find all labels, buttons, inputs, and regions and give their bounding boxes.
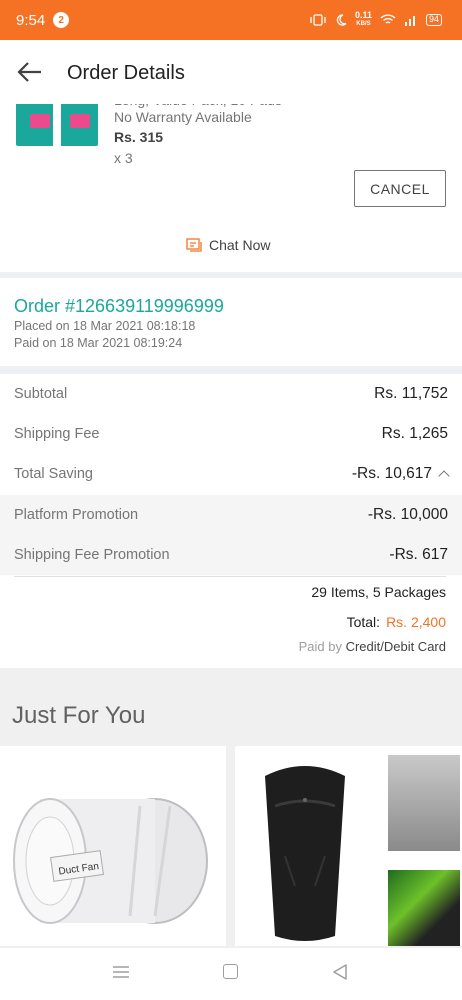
divider	[14, 576, 446, 577]
shipping-fee-value: Rs. 1,265	[381, 425, 448, 442]
paid-by-label: Paid by	[298, 639, 346, 654]
app-header: Order Details	[0, 40, 462, 104]
order-item: Long, Value Pack, 10 Pads No Warranty Av…	[0, 92, 462, 272]
order-paid-date: Paid on 18 Mar 2021 08:19:24	[14, 336, 183, 350]
status-time: 9:54	[16, 11, 46, 29]
battery-icon: 94	[425, 14, 442, 26]
product-thumbnail[interactable]	[388, 870, 460, 946]
divider	[0, 366, 462, 374]
cancel-button[interactable]: CANCEL	[354, 170, 446, 207]
just-for-you-title: Just For You	[12, 702, 146, 729]
notification-badge: 2	[53, 12, 70, 28]
total-label: Total:	[346, 614, 381, 630]
chat-now-link[interactable]: Chat Now	[186, 237, 270, 253]
home-icon[interactable]	[223, 964, 238, 979]
status-icons: 0.11 KB/S 94	[309, 11, 442, 29]
chat-now-label: Chat Now	[209, 237, 271, 253]
subtotal-label: Subtotal	[14, 386, 68, 402]
subtotal-row: Subtotal Rs. 11,752	[0, 374, 462, 414]
subtotal-value: Rs. 11,752	[374, 385, 448, 402]
shipping-fee-promotion-label: Shipping Fee Promotion	[14, 547, 170, 563]
signal-icon	[404, 16, 415, 26]
platform-promotion-row: Platform Promotion -Rs. 10,000	[0, 495, 462, 535]
total-saving-value: -Rs. 10,617	[351, 465, 432, 482]
order-summary: Subtotal Rs. 11,752 Shipping Fee Rs. 1,2…	[0, 374, 462, 668]
shipping-fee-promotion-row: Shipping Fee Promotion -Rs. 617	[0, 535, 462, 575]
back-arrow-icon[interactable]	[16, 58, 44, 86]
payment-method: Paid by Credit/Debit Card	[299, 639, 446, 654]
shipping-fee-promotion-value: -Rs. 617	[389, 546, 448, 563]
product-thumbnail[interactable]	[16, 100, 98, 146]
shipping-fee-label: Shipping Fee	[14, 426, 100, 442]
product-thumbnail[interactable]	[388, 755, 460, 851]
recommendation-card[interactable]: Duct Fan	[0, 746, 226, 946]
product-warranty: No Warranty Available	[114, 109, 252, 125]
platform-promotion-value: -Rs. 10,000	[367, 506, 448, 523]
order-number: Order #126639119996999	[14, 296, 224, 316]
menu-icon[interactable]	[112, 965, 130, 979]
platform-promotion-label: Platform Promotion	[14, 507, 139, 523]
chat-icon	[186, 237, 202, 252]
net-speed: 0.11 KB/S	[354, 10, 372, 28]
shipping-fee-row: Shipping Fee Rs. 1,265	[0, 414, 462, 454]
total-line: Total: Rs. 2,400	[347, 614, 446, 630]
system-nav-bar	[0, 948, 462, 1000]
wifi-icon	[380, 14, 396, 24]
chevron-up-icon[interactable]	[438, 470, 450, 482]
product-quantity: x 3	[114, 150, 133, 166]
product-image-duct-fan: Duct Fan	[13, 798, 208, 924]
total-saving-row[interactable]: Total Saving -Rs. 10,617	[0, 454, 462, 494]
product-price: Rs. 315	[114, 129, 164, 145]
order-placed-date: Placed on 18 Mar 2021 08:18:18	[14, 319, 196, 333]
vibrate-icon	[310, 14, 326, 26]
order-info: Order #126639119996999 Placed on 18 Mar …	[0, 278, 462, 366]
back-triangle-icon[interactable]	[330, 962, 350, 982]
paid-by-method: Credit/Debit Card	[345, 639, 446, 654]
page-title: Order Details	[67, 62, 185, 84]
items-packages-count: 29 Items, 5 Packages	[311, 584, 446, 600]
total-amount: Rs. 2,400	[386, 614, 446, 630]
moon-icon	[336, 14, 347, 26]
total-saving-label: Total Saving	[14, 466, 93, 482]
status-bar: 9:54 2 0.11 KB/S 94	[0, 0, 462, 40]
